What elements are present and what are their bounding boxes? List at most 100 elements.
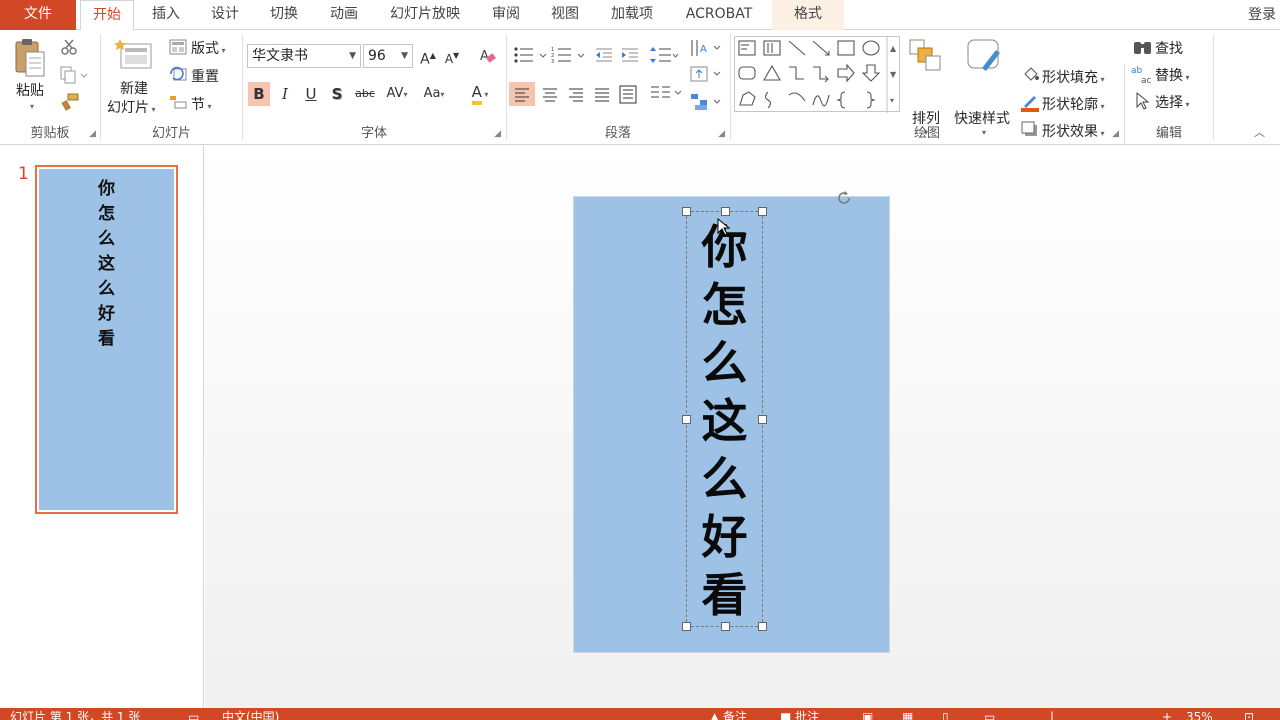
section-button[interactable]: 节 ▾ — [191, 94, 212, 114]
slide-thumbnails-pane[interactable]: 1 你怎么这么好看 — [0, 146, 204, 708]
replace-icon[interactable]: ab ac — [1131, 64, 1155, 84]
resize-handle-top-right[interactable] — [758, 207, 767, 216]
zoom-level[interactable]: 35% — [1186, 710, 1213, 720]
collapse-ribbon-icon[interactable]: ︿ — [1254, 124, 1265, 140]
arrange-button[interactable]: 排列 — [912, 108, 940, 128]
replace-button[interactable]: 替换 ▾ — [1155, 65, 1190, 85]
character-spacing-button[interactable]: AV▾ — [380, 82, 414, 106]
justify-icon[interactable] — [589, 82, 615, 106]
italic-button[interactable]: I — [274, 82, 296, 106]
tab-view[interactable]: 视图 — [540, 0, 590, 30]
slide-thumbnail[interactable]: 你怎么这么好看 — [35, 165, 178, 514]
align-text-icon[interactable] — [689, 64, 723, 84]
tab-file[interactable]: 文件 — [0, 0, 76, 30]
new-slide-label-1[interactable]: 新建 — [120, 78, 148, 98]
paste-button[interactable] — [12, 36, 48, 84]
layout-button[interactable]: 版式 ▾ — [191, 38, 226, 58]
shapes-gallery[interactable]: ▲ ▼ ▾ — [734, 36, 900, 113]
tab-design[interactable]: 设计 — [200, 0, 250, 30]
paragraph-launcher-icon[interactable]: ◢ — [718, 129, 725, 139]
shape-outline-icon[interactable] — [1020, 92, 1040, 112]
cut-icon[interactable] — [60, 38, 78, 56]
zoom-in-icon[interactable]: + — [1162, 710, 1172, 720]
bold-button[interactable]: B — [248, 82, 270, 106]
reset-icon[interactable] — [169, 66, 187, 82]
shape-effects-dropdown-icon[interactable]: ▾ — [1098, 129, 1105, 138]
format-painter-icon[interactable] — [60, 92, 80, 112]
select-dropdown-icon[interactable]: ▾ — [1183, 100, 1190, 109]
underline-button[interactable]: U — [300, 82, 322, 106]
select-button[interactable]: 选择 ▾ — [1155, 92, 1190, 112]
increase-indent-icon[interactable] — [621, 48, 639, 62]
shape-effects-icon[interactable] — [1020, 120, 1040, 138]
shape-outline-button[interactable]: 形状轮廓 ▾ — [1042, 94, 1105, 114]
tab-addins[interactable]: 加载项 — [598, 0, 666, 30]
distributed-icon[interactable] — [615, 82, 641, 106]
arrange-dropdown-icon[interactable]: ▾ — [924, 128, 928, 137]
decrease-indent-icon[interactable] — [595, 48, 613, 62]
spell-check-icon[interactable]: ▭ — [188, 710, 199, 720]
comments-button[interactable]: ■ 批注 — [780, 710, 819, 720]
shape-outline-dropdown-icon[interactable]: ▾ — [1098, 102, 1105, 111]
signin-link[interactable]: 登录 — [1248, 4, 1276, 24]
normal-view-icon[interactable]: ▣ — [862, 710, 873, 720]
slide-sorter-icon[interactable]: ▦ — [902, 710, 913, 720]
increase-font-size-icon[interactable]: A▲ — [417, 44, 439, 68]
quick-styles-dropdown-icon[interactable]: ▾ — [982, 128, 986, 137]
tab-home[interactable]: 开始 — [80, 0, 134, 31]
rotate-handle-icon[interactable] — [836, 190, 852, 206]
numbering-icon[interactable]: 1 2 3 — [551, 46, 587, 64]
shape-fill-dropdown-icon[interactable]: ▾ — [1098, 75, 1105, 84]
arrange-icon[interactable] — [908, 38, 946, 74]
slide-canvas[interactable]: 你怎么这么好看 — [573, 191, 890, 653]
tab-slideshow[interactable]: 幻灯片放映 — [378, 0, 472, 30]
font-size-combobox[interactable]: 96 ▼ — [363, 44, 413, 68]
font-name-combobox[interactable]: 华文隶书 ▼ — [247, 44, 361, 68]
quick-styles-icon[interactable] — [964, 38, 1006, 74]
paste-label[interactable]: 粘贴 — [16, 80, 44, 100]
drawing-launcher-icon[interactable]: ◢ — [1112, 129, 1119, 139]
tab-format[interactable]: 格式 — [772, 0, 844, 30]
font-name-dropdown-icon[interactable]: ▼ — [349, 45, 356, 67]
decrease-font-size-icon[interactable]: A▼ — [441, 44, 463, 68]
quick-styles-button[interactable]: 快速样式 — [954, 108, 1010, 128]
section-icon[interactable] — [169, 94, 187, 110]
resize-handle-top[interactable] — [721, 207, 730, 216]
clear-formatting-icon[interactable]: A — [479, 47, 497, 65]
shape-effects-button[interactable]: 形状效果 ▾ — [1042, 121, 1105, 141]
fit-to-window-icon[interactable]: ⊡ — [1244, 710, 1254, 720]
tab-animations[interactable]: 动画 — [318, 0, 370, 30]
align-right-icon[interactable] — [563, 82, 589, 106]
find-icon[interactable] — [1133, 38, 1153, 56]
tab-review[interactable]: 审阅 — [480, 0, 532, 30]
section-dropdown-icon[interactable]: ▾ — [205, 102, 212, 111]
slide-editing-area[interactable]: 你怎么这么好看 — [205, 146, 1280, 708]
new-slide-icon[interactable] — [115, 38, 155, 72]
font-size-dropdown-icon[interactable]: ▼ — [401, 45, 408, 67]
paste-dropdown-icon[interactable]: ▾ — [30, 102, 34, 111]
tab-insert[interactable]: 插入 — [140, 0, 192, 30]
language-status[interactable]: 中文(中国) — [222, 710, 279, 720]
layout-icon[interactable] — [169, 39, 187, 55]
font-color-button[interactable]: A ▾ — [463, 80, 497, 105]
font-launcher-icon[interactable]: ◢ — [494, 129, 501, 139]
slideshow-view-icon[interactable]: ▭ — [984, 710, 995, 720]
text-shadow-button[interactable]: S — [326, 82, 348, 106]
shape-fill-icon[interactable] — [1022, 66, 1040, 82]
tab-acrobat[interactable]: ACROBAT — [674, 0, 764, 30]
zoom-slider[interactable]: | — [1050, 710, 1054, 720]
clipboard-launcher-icon[interactable]: ◢ — [89, 129, 96, 139]
tab-transitions[interactable]: 切换 — [258, 0, 310, 30]
slide-vertical-text[interactable]: 你怎么这么好看 — [687, 218, 762, 624]
layout-dropdown-icon[interactable]: ▾ — [219, 46, 226, 55]
reading-view-icon[interactable]: ▯ — [942, 710, 949, 720]
text-direction-icon[interactable]: A — [689, 38, 723, 58]
bullets-icon[interactable] — [513, 46, 549, 64]
new-slide-dropdown-icon[interactable]: ▾ — [149, 105, 156, 114]
reset-button[interactable]: 重置 — [191, 66, 219, 86]
replace-dropdown-icon[interactable]: ▾ — [1183, 73, 1190, 82]
new-slide-label-2[interactable]: 幻灯片 ▾ — [107, 97, 156, 117]
convert-to-smartart-icon[interactable] — [689, 92, 723, 112]
align-left-button[interactable] — [509, 82, 535, 106]
resize-handle-top-left[interactable] — [682, 207, 691, 216]
